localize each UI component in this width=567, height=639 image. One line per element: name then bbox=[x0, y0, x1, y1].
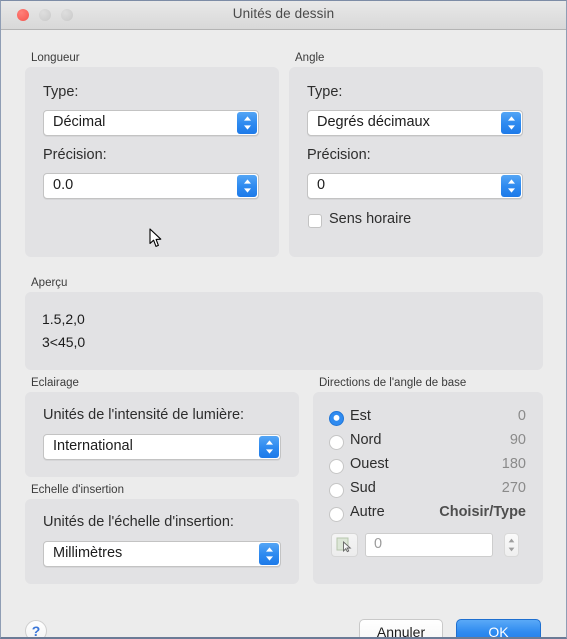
preview-line-2: 3<45,0 bbox=[42, 334, 86, 350]
lighting-group-label: Eclairage bbox=[31, 377, 79, 389]
chevron-updown-icon[interactable] bbox=[259, 436, 279, 458]
length-type-label: Type: bbox=[43, 84, 79, 100]
radio-est-value: 0 bbox=[517, 408, 526, 424]
length-precision-label: Précision: bbox=[43, 147, 107, 163]
length-precision-popup[interactable]: 0.0 bbox=[43, 173, 259, 199]
radio-sud-value: 270 bbox=[501, 480, 526, 496]
lighting-units-popup[interactable]: International bbox=[43, 434, 281, 460]
radio-autre-value: Choisir/Type bbox=[439, 504, 526, 520]
angle-type-value: Degrés décimaux bbox=[317, 114, 430, 130]
preview-line-1: 1.5,2,0 bbox=[42, 311, 85, 327]
radio-nord-label: Nord bbox=[350, 432, 382, 448]
angle-precision-popup[interactable]: 0 bbox=[307, 173, 523, 199]
ok-button[interactable]: OK bbox=[456, 619, 541, 637]
radio-sud-label: Sud bbox=[350, 480, 376, 496]
angle-precision-value: 0 bbox=[317, 177, 326, 193]
insertion-scale-units-value: Millimètres bbox=[53, 545, 123, 561]
angle-group-label: Angle bbox=[295, 52, 325, 64]
length-precision-value: 0.0 bbox=[53, 177, 74, 193]
clockwise-checkbox[interactable] bbox=[308, 214, 322, 228]
radio-autre-label: Autre bbox=[350, 504, 385, 520]
radio-nord-value: 90 bbox=[509, 432, 526, 448]
insertion-scale-units-label: Unités de l'échelle d'insertion: bbox=[43, 514, 234, 530]
chevron-updown-icon[interactable] bbox=[501, 112, 521, 134]
help-button[interactable]: ? bbox=[25, 620, 47, 637]
mouse-cursor-icon bbox=[149, 228, 163, 253]
chevron-updown-icon[interactable] bbox=[237, 112, 257, 134]
window-titlebar: Unités de dessin bbox=[1, 1, 566, 30]
radio-ouest[interactable] bbox=[329, 459, 344, 474]
dialog-content: Longueur Type: Décimal Précision: 0.0 An… bbox=[1, 30, 566, 637]
angle-precision-label: Précision: bbox=[307, 147, 371, 163]
insertion-scale-units-popup[interactable]: Millimètres bbox=[43, 541, 281, 567]
radio-ouest-value: 180 bbox=[501, 456, 526, 472]
chevron-updown-icon[interactable] bbox=[259, 543, 279, 565]
chevron-updown-icon[interactable] bbox=[237, 175, 257, 197]
radio-sud[interactable] bbox=[329, 483, 344, 498]
chevron-updown-icon[interactable] bbox=[501, 175, 521, 197]
radio-est-label: Est bbox=[350, 408, 371, 424]
lighting-units-value: International bbox=[53, 438, 133, 454]
radio-ouest-label: Ouest bbox=[350, 456, 389, 472]
window-title: Unités de dessin bbox=[232, 6, 335, 21]
units-dialog-window: Unités de dessin Longueur Type: Décimal … bbox=[0, 0, 567, 639]
angle-type-label: Type: bbox=[307, 84, 343, 100]
length-type-value: Décimal bbox=[53, 114, 106, 130]
cancel-button[interactable]: Annuler bbox=[359, 619, 443, 637]
radio-est[interactable] bbox=[329, 411, 344, 426]
angle-type-popup[interactable]: Degrés décimaux bbox=[307, 110, 523, 136]
base-angle-input[interactable]: 0 bbox=[365, 533, 493, 557]
preview-group-label: Aperçu bbox=[31, 277, 68, 289]
radio-autre[interactable] bbox=[329, 507, 344, 522]
insertion-scale-group-label: Echelle d'insertion bbox=[31, 484, 124, 496]
length-type-popup[interactable]: Décimal bbox=[43, 110, 259, 136]
base-angle-stepper[interactable] bbox=[504, 533, 519, 557]
lighting-units-label: Unités de l'intensité de lumière: bbox=[43, 407, 245, 423]
base-angle-input-value: 0 bbox=[374, 536, 383, 552]
preview-group-box bbox=[25, 292, 543, 370]
pick-point-icon[interactable] bbox=[331, 533, 358, 557]
radio-nord[interactable] bbox=[329, 435, 344, 450]
base-angle-group-label: Directions de l'angle de base bbox=[319, 377, 467, 389]
length-group-label: Longueur bbox=[31, 52, 80, 64]
clockwise-label: Sens horaire bbox=[329, 211, 412, 227]
